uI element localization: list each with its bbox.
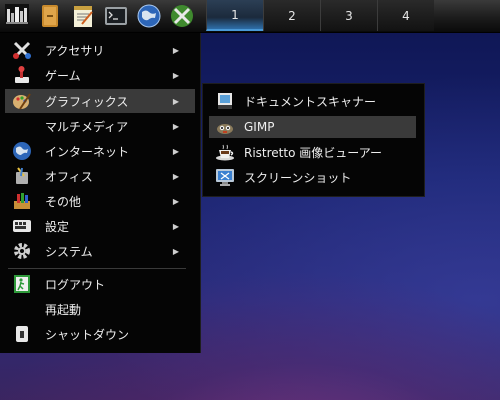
menu-item-label: その他 bbox=[45, 194, 82, 209]
submenu-item-document-scanner[interactable]: ドキュメントスキャナー bbox=[209, 90, 416, 112]
image-viewer-icon bbox=[214, 141, 236, 163]
menu-item-label: インターネット bbox=[45, 144, 130, 159]
submenu-arrow-icon: ▶ bbox=[172, 246, 180, 256]
ubuntu-logo-icon bbox=[5, 4, 29, 28]
scanner-icon bbox=[214, 90, 236, 112]
restart-icon bbox=[11, 298, 33, 320]
menu-item-label: ログアウト bbox=[45, 277, 106, 292]
workspace-1[interactable]: 1 bbox=[206, 0, 263, 31]
menu-item-office[interactable]: オフィス ▶ bbox=[5, 164, 195, 188]
menu-item-label: マルチメディア bbox=[45, 119, 129, 134]
shutdown-icon bbox=[11, 323, 33, 345]
menu-item-logout[interactable]: ログアウト bbox=[5, 272, 195, 296]
menu-item-label: アクセサリ bbox=[45, 43, 105, 58]
menu-item-label: グラフィックス bbox=[45, 94, 129, 109]
menu-item-accessories[interactable]: アクセサリ ▶ bbox=[5, 38, 195, 62]
file-manager-icon bbox=[42, 5, 58, 27]
applications-menu: アクセサリ ▶ ゲーム ▶ グラフィックス ▶ マルチメディア ▶ インターネッ… bbox=[0, 33, 201, 353]
submenu-arrow-icon: ▶ bbox=[172, 96, 180, 106]
menu-item-shutdown[interactable]: シャットダウン bbox=[5, 322, 195, 346]
workspace-2[interactable]: 2 bbox=[263, 0, 320, 31]
terminal-icon bbox=[105, 7, 127, 25]
menu-separator bbox=[8, 268, 186, 269]
multimedia-icon bbox=[11, 115, 33, 137]
workspace-switcher: 1 2 3 4 bbox=[206, 0, 434, 31]
workspace-4[interactable]: 4 bbox=[377, 0, 434, 31]
internet-icon bbox=[11, 140, 33, 162]
web-browser-launcher[interactable] bbox=[134, 1, 164, 31]
submenu-arrow-icon: ▶ bbox=[172, 146, 180, 156]
terminal-launcher[interactable] bbox=[101, 1, 131, 31]
text-editor-icon bbox=[74, 6, 93, 27]
submenu-item-label: スクリーンショット bbox=[244, 170, 352, 185]
system-tool-launcher[interactable] bbox=[167, 1, 197, 31]
submenu-item-ristretto[interactable]: Ristretto 画像ビューアー bbox=[209, 141, 416, 163]
file-manager-launcher[interactable] bbox=[35, 1, 65, 31]
submenu-arrow-icon: ▶ bbox=[172, 70, 180, 80]
top-panel: 1 2 3 4 bbox=[0, 0, 500, 33]
submenu-arrow-icon: ▶ bbox=[172, 196, 180, 206]
menu-item-label: 設定 bbox=[45, 219, 70, 234]
menu-item-label: シャットダウン bbox=[45, 327, 130, 342]
other-icon bbox=[11, 190, 33, 212]
text-editor-launcher[interactable] bbox=[68, 1, 98, 31]
web-browser-icon bbox=[137, 4, 161, 28]
menu-item-label: オフィス bbox=[45, 169, 93, 184]
submenu-arrow-icon: ▶ bbox=[172, 171, 180, 181]
submenu-item-label: ドキュメントスキャナー bbox=[244, 94, 377, 109]
accessories-icon bbox=[11, 39, 33, 61]
gimp-icon bbox=[214, 116, 236, 138]
submenu-item-label: Ristretto 画像ビューアー bbox=[244, 145, 383, 160]
submenu-item-screenshot[interactable]: スクリーンショット bbox=[209, 166, 416, 188]
office-icon bbox=[11, 165, 33, 187]
menu-item-label: 再起動 bbox=[45, 302, 82, 317]
menu-item-label: システム bbox=[45, 244, 93, 259]
graphics-submenu: ドキュメントスキャナー GIMP Ristretto 画像ビューアー スクリーン… bbox=[202, 83, 425, 197]
submenu-arrow-icon: ▶ bbox=[172, 221, 180, 231]
menu-item-restart[interactable]: 再起動 bbox=[5, 297, 195, 321]
submenu-item-label: GIMP bbox=[244, 120, 275, 134]
menu-item-settings[interactable]: 設定 ▶ bbox=[5, 214, 195, 238]
menu-item-graphics[interactable]: グラフィックス ▶ bbox=[5, 89, 195, 113]
submenu-arrow-icon: ▶ bbox=[172, 45, 180, 55]
submenu-item-gimp[interactable]: GIMP bbox=[209, 116, 416, 138]
games-icon bbox=[11, 64, 33, 86]
menu-item-system[interactable]: システム ▶ bbox=[5, 239, 195, 263]
submenu-arrow-icon: ▶ bbox=[172, 121, 180, 131]
graphics-icon bbox=[11, 90, 33, 112]
workspace-3[interactable]: 3 bbox=[320, 0, 377, 31]
app-menu-button[interactable] bbox=[2, 1, 32, 31]
settings-icon bbox=[11, 215, 33, 237]
menu-item-games[interactable]: ゲーム ▶ bbox=[5, 63, 195, 87]
logout-icon bbox=[11, 273, 33, 295]
screenshot-icon bbox=[214, 166, 236, 188]
menu-item-multimedia[interactable]: マルチメディア ▶ bbox=[5, 114, 195, 138]
system-icon bbox=[11, 240, 33, 262]
menu-item-label: ゲーム bbox=[45, 68, 81, 83]
menu-item-other[interactable]: その他 ▶ bbox=[5, 189, 195, 213]
menu-item-internet[interactable]: インターネット ▶ bbox=[5, 139, 195, 163]
system-tool-icon bbox=[171, 5, 193, 27]
